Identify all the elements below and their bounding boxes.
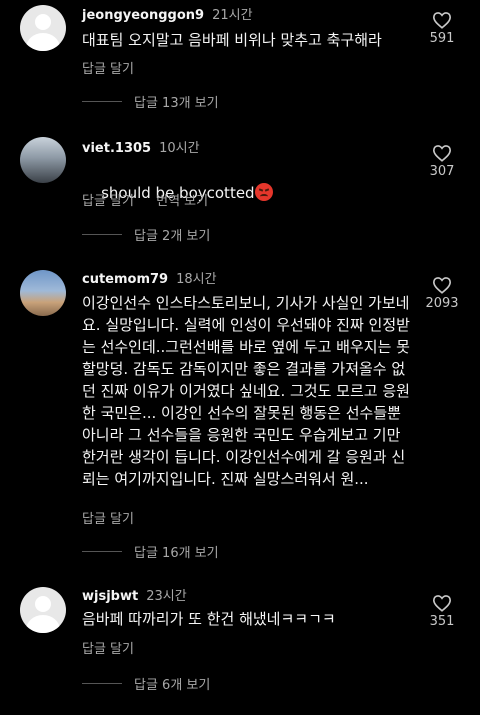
comment-meta: viet.1305 10시간 xyxy=(82,137,200,156)
comment-actions: 답글 달기 xyxy=(82,58,152,77)
like-count: 591 xyxy=(429,31,455,46)
reply-button[interactable]: 답글 달기 xyxy=(82,194,134,209)
comment-actions: 답글 달기 번역 보기 xyxy=(82,190,226,209)
avatar[interactable] xyxy=(20,5,66,51)
translate-button[interactable]: 번역 보기 xyxy=(156,194,208,209)
view-replies-label: 답글 13개 보기 xyxy=(134,96,219,111)
comment-meta: wjsjbwt 23시간 xyxy=(82,585,187,604)
default-avatar-icon xyxy=(35,596,51,612)
reply-button[interactable]: 답글 달기 xyxy=(82,62,134,77)
default-avatar-icon xyxy=(35,14,51,30)
view-replies-button[interactable]: 답글 6개 보기 xyxy=(82,674,210,693)
like-area: 2093 xyxy=(420,276,464,311)
avatar[interactable] xyxy=(20,137,66,183)
like-count: 307 xyxy=(429,164,455,179)
comment-actions: 답글 달기 xyxy=(82,638,152,657)
reply-button[interactable]: 답글 달기 xyxy=(82,512,134,527)
angry-face-emoji-icon xyxy=(254,183,273,201)
view-replies-button[interactable]: 답글 16개 보기 xyxy=(82,542,219,561)
heart-icon[interactable] xyxy=(432,144,452,162)
timestamp: 10시간 xyxy=(159,141,200,156)
like-area: 351 xyxy=(420,594,464,629)
like-area: 307 xyxy=(420,144,464,179)
view-replies-label: 답글 16개 보기 xyxy=(134,546,219,561)
like-count: 2093 xyxy=(425,296,459,311)
view-replies-label: 답글 2개 보기 xyxy=(134,229,211,244)
username[interactable]: cutemom79 xyxy=(82,272,168,287)
timestamp: 23시간 xyxy=(146,589,187,604)
username[interactable]: jeongyeonggon9 xyxy=(82,8,204,23)
username[interactable]: viet.1305 xyxy=(82,141,151,156)
timestamp: 18시간 xyxy=(176,272,217,287)
timestamp: 21시간 xyxy=(212,8,253,23)
like-area: 591 xyxy=(420,11,464,46)
heart-icon[interactable] xyxy=(432,594,452,612)
heart-icon[interactable] xyxy=(432,276,452,294)
avatar[interactable] xyxy=(20,587,66,633)
comment-actions: 답글 달기 xyxy=(82,508,152,527)
comment-meta: jeongyeonggon9 21시간 xyxy=(82,4,253,23)
view-replies-button[interactable]: 답글 13개 보기 xyxy=(82,92,219,111)
view-replies-button[interactable]: 답글 2개 보기 xyxy=(82,225,210,244)
comment-text: 이강인선수 인스타스토리보니, 기사가 사실인 가보네요. 실망입니다. 실력에… xyxy=(82,294,410,488)
avatar[interactable] xyxy=(20,270,66,316)
comment-text: 음바페 따까리가 또 한건 해냈네ㅋㅋㄱㅋ xyxy=(82,610,336,628)
username[interactable]: wjsjbwt xyxy=(82,589,138,604)
heart-icon[interactable] xyxy=(432,11,452,29)
reply-button[interactable]: 답글 달기 xyxy=(82,642,134,657)
comment-meta: cutemom79 18시간 xyxy=(82,268,217,287)
comment-text: 대표팀 오지말고 음바페 비위나 맞추고 축구해라 xyxy=(82,31,382,49)
view-replies-label: 답글 6개 보기 xyxy=(134,678,211,693)
like-count: 351 xyxy=(429,614,455,629)
